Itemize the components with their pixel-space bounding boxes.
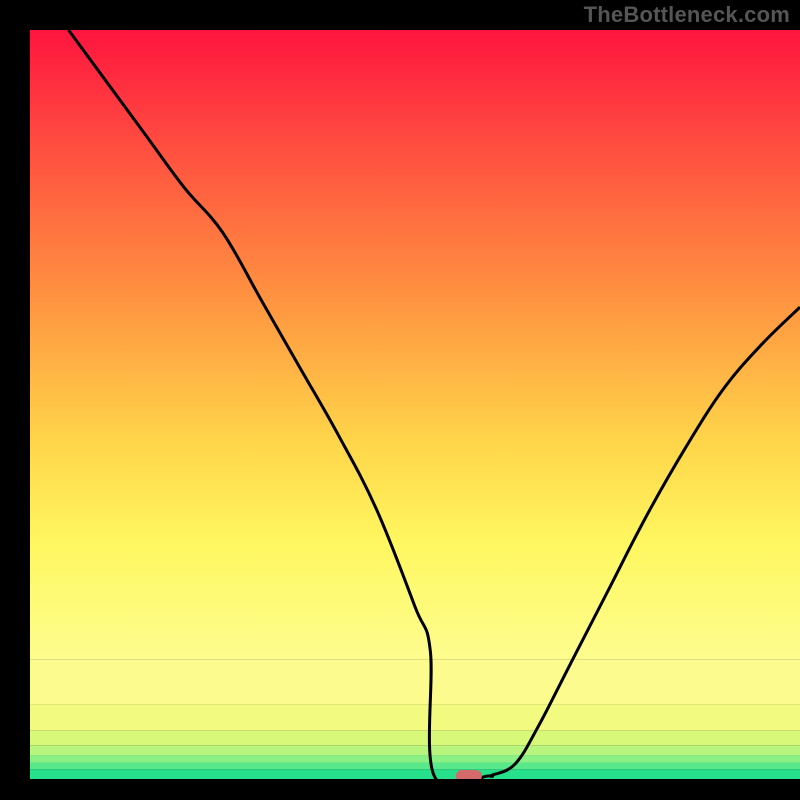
chart-frame: TheBottleneck.com xyxy=(0,0,800,800)
attribution-watermark: TheBottleneck.com xyxy=(584,2,790,28)
optimal-marker xyxy=(456,770,482,782)
chart-background xyxy=(30,30,800,779)
bottleneck-chart xyxy=(0,0,800,800)
